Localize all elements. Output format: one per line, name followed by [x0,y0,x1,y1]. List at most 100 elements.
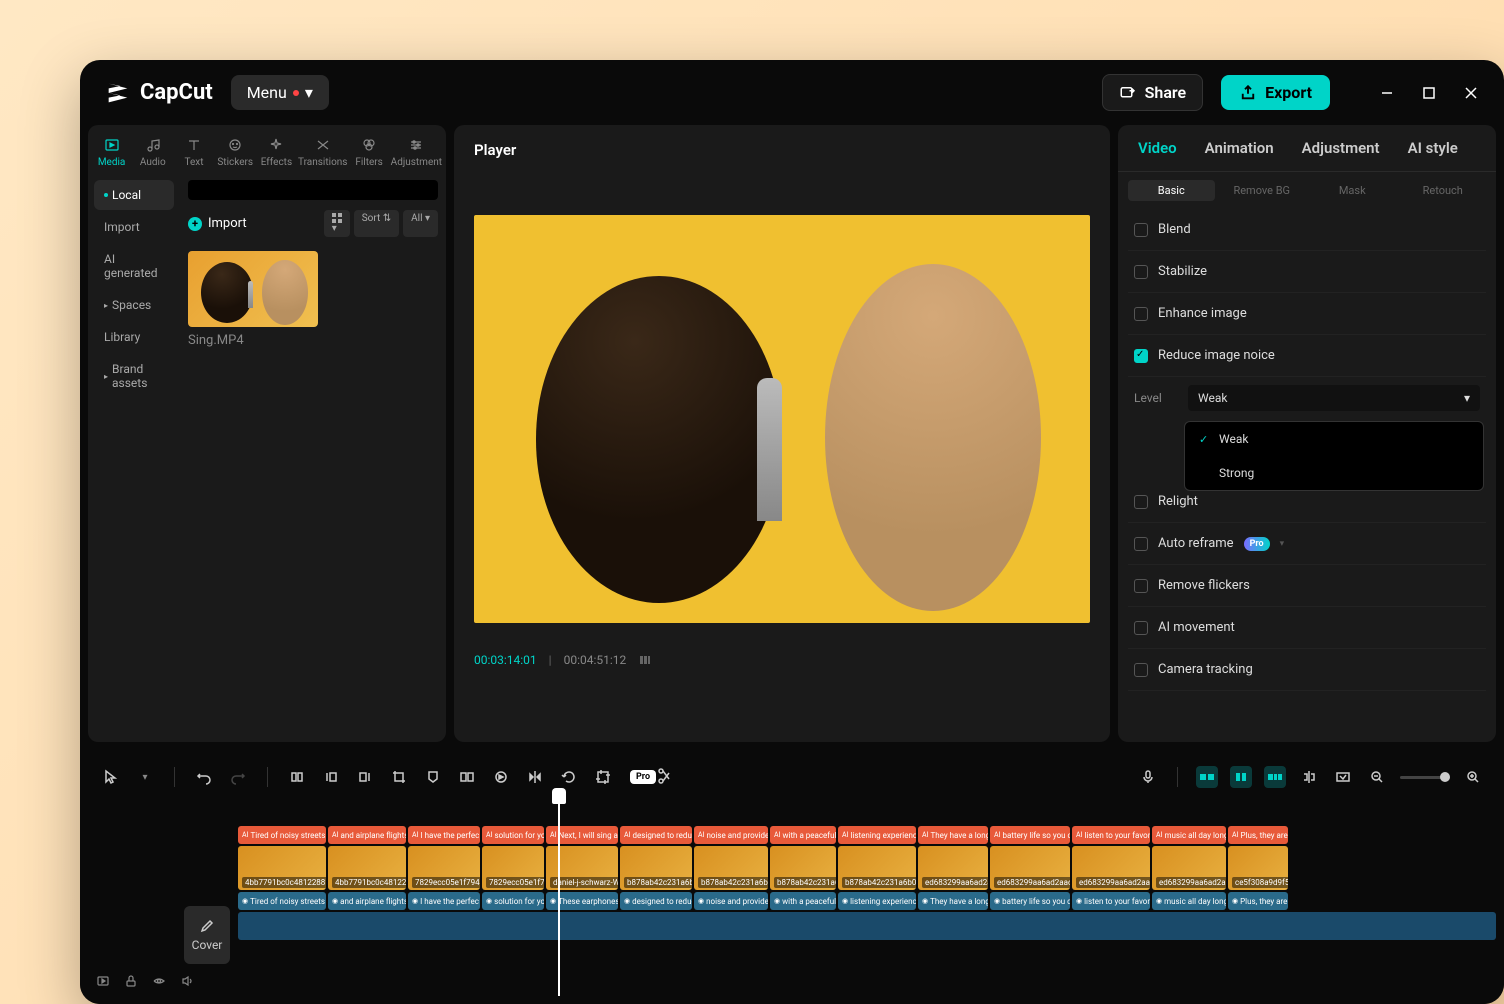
view-grid-button[interactable]: ▾ [324,210,350,237]
text-clip[interactable]: AI Next, I will sing a so [546,826,618,844]
text-clip[interactable]: AI listening experience [838,826,916,844]
sub-tab-basic[interactable]: Basic [1128,180,1215,201]
text-clip[interactable]: AI I have the perfec [408,826,480,844]
caption-clip[interactable]: ◉ Tired of noisy streets [238,892,326,910]
sidebar-item-local[interactable]: Local [94,180,174,210]
sidebar-item-library[interactable]: Library [94,322,174,352]
tab-adjustment[interactable]: Adjustment [1302,139,1380,161]
zoom-slider[interactable] [1400,776,1450,779]
tab-media[interactable]: Media [92,133,131,172]
caption-clip[interactable]: ◉ listening experience [838,892,916,910]
level-select[interactable]: Weak▾ [1188,385,1480,411]
maximize-button[interactable] [1420,84,1438,102]
audio-clip[interactable] [238,912,1496,940]
snap-button-1[interactable] [1196,766,1218,788]
rotate-tool[interactable] [558,766,580,788]
text-clip[interactable]: AI music all day long [1152,826,1226,844]
redo-button[interactable] [227,766,249,788]
video-clip[interactable]: ed683299aa6ad2aad8b3 [1072,846,1150,890]
share-button[interactable]: Share [1102,74,1204,111]
fit-button[interactable] [1332,766,1354,788]
undo-button[interactable] [193,766,215,788]
enhance-checkbox[interactable] [1134,307,1148,321]
caption-clip[interactable]: ◉ designed to reduce [620,892,692,910]
caption-clip[interactable]: ◉ listen to your favorit [1072,892,1150,910]
text-clip[interactable]: AI noise and provide [694,826,768,844]
caption-clip[interactable]: ◉ with a peaceful [770,892,836,910]
caption-clip[interactable]: ◉ noise and provide [694,892,768,910]
caption-clip[interactable]: ◉ music all day long [1152,892,1226,910]
frame-tool[interactable] [456,766,478,788]
snap-button-2[interactable] [1230,766,1252,788]
text-clip[interactable]: AI and airplane flights? [328,826,406,844]
mic-button[interactable] [1137,766,1159,788]
text-clip[interactable]: AI designed to reduc [620,826,692,844]
lock-icon[interactable] [124,974,138,988]
dropdown-option-strong[interactable]: Strong [1185,456,1483,490]
blend-checkbox[interactable] [1134,223,1148,237]
tab-animation[interactable]: Animation [1205,139,1274,161]
minimize-button[interactable] [1378,84,1396,102]
sub-tab-mask[interactable]: Mask [1309,180,1396,201]
reduce-noise-checkbox[interactable] [1134,349,1148,363]
text-clip[interactable]: AI battery life so you ca [990,826,1070,844]
reverse-tool[interactable] [490,766,512,788]
video-clip[interactable]: ce5f308a9d9f51 [1228,846,1288,890]
auto-reframe-checkbox[interactable] [1134,537,1148,551]
video-clip[interactable]: ed683299aa6ad2aad8b3 [918,846,988,890]
media-thumbnail[interactable]: Sing.MP4 [188,251,318,348]
sub-tab-retouch[interactable]: Retouch [1400,180,1487,201]
tab-filters[interactable]: Filters [349,133,388,172]
import-button[interactable]: +Import [188,216,247,231]
text-clip[interactable]: AI Tired of noisy streets [238,826,326,844]
menu-button[interactable]: Menu ▾ [231,75,329,110]
text-clip[interactable]: AI listen to your favorit [1072,826,1150,844]
text-clip[interactable]: AI with a peaceful [770,826,836,844]
select-tool-options[interactable]: ▾ [134,766,156,788]
eye-icon[interactable] [152,974,166,988]
zoom-in-button[interactable] [1462,766,1484,788]
text-clip[interactable]: AI solution for you [482,826,544,844]
snap-button-3[interactable] [1264,766,1286,788]
video-clip[interactable]: 4bb7791bc0c481228811f4 [238,846,326,890]
ai-movement-checkbox[interactable] [1134,621,1148,635]
crop-tool-2[interactable] [592,766,614,788]
align-button[interactable] [1298,766,1320,788]
tab-audio[interactable]: Audio [133,133,172,172]
text-clip[interactable]: AI They have a long [918,826,988,844]
smart-tool[interactable]: Pro [626,766,676,788]
video-clip[interactable]: b878ab42c231a6b0a8 [770,846,836,890]
relight-checkbox[interactable] [1134,495,1148,509]
select-tool[interactable] [100,766,122,788]
camera-tracking-checkbox[interactable] [1134,663,1148,677]
speaker-icon[interactable] [180,974,194,988]
sidebar-item-import[interactable]: Import [94,212,174,242]
timeline-tracks[interactable]: AI Tired of noisy streetsAI and airplane… [238,796,1496,996]
caption-clip[interactable]: ◉ and airplane flights? [328,892,406,910]
export-button[interactable]: Export [1221,75,1330,110]
video-clip[interactable]: b878ab42c231a6b0a8 [620,846,692,890]
split-tool[interactable] [286,766,308,788]
player-canvas[interactable] [474,215,1090,623]
video-clip[interactable]: 7829ecc05e1f79486 [408,846,480,890]
dropdown-option-weak[interactable]: ✓Weak [1185,422,1483,456]
trim-left-tool[interactable] [320,766,342,788]
video-clip[interactable]: ed683299aa6ad2aad8b3 [1152,846,1226,890]
marker-tool[interactable] [422,766,444,788]
video-clip[interactable]: 7829ecc05e1f79486 [482,846,544,890]
sort-button[interactable]: Sort ⇅ [354,210,399,237]
video-clip[interactable]: b878ab42c231a6b0a8 [694,846,768,890]
play-icon[interactable] [96,974,110,988]
filter-all-button[interactable]: All ▾ [403,210,438,237]
tab-ai-style[interactable]: AI style [1408,139,1458,161]
sidebar-item-spaces[interactable]: ▸Spaces [94,290,174,320]
video-clip[interactable]: 4bb7791bc0c481228811f4 [328,846,406,890]
close-button[interactable] [1462,84,1480,102]
mirror-tool[interactable] [524,766,546,788]
tab-text[interactable]: Text [174,133,213,172]
tab-effects[interactable]: Effects [257,133,296,172]
trim-right-tool[interactable] [354,766,376,788]
zoom-out-button[interactable] [1366,766,1388,788]
caption-clip[interactable]: ◉ solution for you [482,892,544,910]
caption-clip[interactable]: ◉ Plus, they are lig [1228,892,1288,910]
